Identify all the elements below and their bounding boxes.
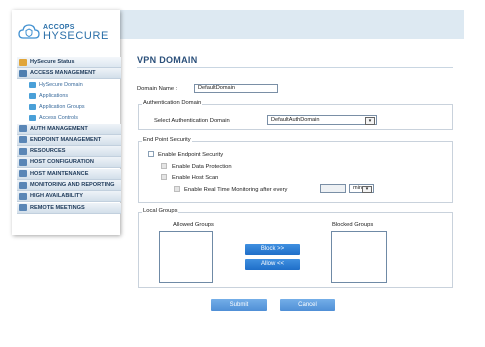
sidebar-item-auth-management[interactable]: AUTH MANAGEMENT [17, 123, 121, 135]
sidebar-item-resources[interactable]: RESOURCES [17, 146, 121, 158]
sidebar-item-label: ENDPOINT MANAGEMENT [30, 136, 102, 143]
domain-name-field[interactable]: DefaultDomain [194, 84, 278, 93]
endpoint-security-legend: End Point Security [142, 137, 192, 143]
blocked-groups-label: Blocked Groups [332, 222, 374, 228]
chevron-down-icon: ▾ [365, 117, 375, 125]
sidebar-item-label: MONITORING AND REPORTING [30, 182, 115, 189]
sidebar-subitem-hysecure-domain[interactable]: HySecure Domain [17, 80, 121, 91]
sidebar-subitem-label: Application Groups [39, 104, 85, 111]
interval-unit-value: min [353, 185, 363, 191]
application-groups-icon [29, 104, 36, 111]
sidebar-item-label: HOST MAINTENANCE [30, 170, 89, 177]
sidebar-item-endpoint-management[interactable]: ENDPOINT MANAGEMENT [17, 134, 121, 146]
sidebar-subitem-label: Applications [39, 93, 69, 100]
local-groups-legend: Local Groups [142, 208, 179, 214]
monitoring-icon [19, 181, 27, 189]
sidebar-subitem-applications[interactable]: Applications [17, 91, 121, 102]
monitoring-interval-input[interactable] [320, 184, 346, 193]
applications-icon [29, 93, 36, 100]
cancel-button[interactable]: Cancel [280, 299, 335, 311]
domain-icon [29, 82, 36, 89]
allowed-groups-list[interactable] [159, 231, 213, 283]
host-scan-label: Enable Host Scan [172, 175, 219, 181]
sidebar-item-label: HIGH AVAILABILITY [30, 193, 84, 200]
endpoint-security-section [138, 141, 453, 203]
select-auth-domain-label: Select Authentication Domain [154, 118, 230, 124]
auth-domain-select[interactable]: DefaultAuthDomain ▾ [267, 115, 377, 125]
host-config-icon [19, 158, 27, 166]
sidebar-item-label: HOST CONFIGURATION [30, 159, 94, 166]
sidebar-item-remote-meetings[interactable]: REMOTE MEETINGS [17, 202, 121, 214]
sidebar-item-label: RESOURCES [30, 148, 66, 155]
sidebar-item-label: ACCESS MANAGEMENT [30, 70, 96, 77]
allow-button[interactable]: Allow << [245, 259, 300, 270]
allowed-groups-label: Allowed Groups [173, 222, 214, 228]
realtime-monitoring-checkbox[interactable] [174, 186, 180, 192]
sidebar: ACCOPS HYSECURE HySecure Status ACCESS M… [12, 10, 121, 235]
sidebar-item-host-configuration[interactable]: HOST CONFIGURATION [17, 157, 121, 169]
host-scan-checkbox[interactable] [161, 174, 167, 180]
sidebar-subitem-access-controls[interactable]: Access Controls [17, 113, 121, 124]
sidebar-item-monitoring-reporting[interactable]: MONITORING AND REPORTING [17, 180, 121, 192]
domain-name-label: Domain Name : [137, 86, 178, 92]
chevron-down-icon: ▾ [362, 186, 372, 193]
sidebar-item-hysecure-status[interactable]: HySecure Status [17, 57, 121, 68]
brand-logo: ACCOPS HYSECURE [12, 10, 118, 48]
sidebar-subitem-label: Access Controls [39, 115, 78, 122]
block-button[interactable]: Block >> [245, 244, 300, 255]
host-maintenance-icon [19, 170, 27, 178]
page-title: VPN DOMAIN [137, 55, 198, 65]
sidebar-item-host-maintenance[interactable]: HOST MAINTENANCE [17, 168, 121, 180]
sidebar-nav: HySecure Status ACCESS MANAGEMENT HySecu… [17, 57, 121, 214]
submit-button[interactable]: Submit [211, 299, 267, 311]
authentication-domain-legend: Authentication Domain [142, 100, 203, 106]
enable-endpoint-label: Enable Endpoint Security [158, 152, 224, 158]
title-divider [137, 67, 453, 68]
data-protection-label: Enable Data Protection [172, 164, 232, 170]
interval-unit-select[interactable]: min ▾ [349, 184, 374, 193]
remote-meetings-icon [19, 204, 27, 212]
brand-line-2: HYSECURE [43, 30, 109, 42]
sidebar-item-label: HySecure Status [30, 59, 75, 65]
enable-endpoint-checkbox[interactable] [148, 151, 154, 157]
sidebar-subitem-application-groups[interactable]: Application Groups [17, 102, 121, 113]
resources-icon [19, 147, 27, 155]
auth-icon [19, 125, 27, 133]
auth-domain-select-value: DefaultAuthDomain [271, 117, 320, 123]
access-management-icon [19, 69, 27, 77]
sidebar-item-label: REMOTE MEETINGS [30, 204, 85, 211]
realtime-monitoring-label: Enable Real Time Monitoring after every [184, 187, 288, 193]
endpoint-icon [19, 136, 27, 144]
sidebar-item-high-availability[interactable]: HIGH AVAILABILITY [17, 191, 121, 203]
access-controls-icon [29, 115, 36, 122]
status-icon [19, 58, 27, 66]
cloud-shield-icon [18, 24, 40, 39]
sidebar-subitem-label: HySecure Domain [39, 82, 83, 89]
data-protection-checkbox[interactable] [161, 163, 167, 169]
sidebar-item-access-management[interactable]: ACCESS MANAGEMENT [17, 68, 121, 80]
high-availability-icon [19, 192, 27, 200]
sidebar-item-label: AUTH MANAGEMENT [30, 125, 88, 132]
blocked-groups-list[interactable] [331, 231, 387, 283]
header-band [106, 10, 464, 39]
